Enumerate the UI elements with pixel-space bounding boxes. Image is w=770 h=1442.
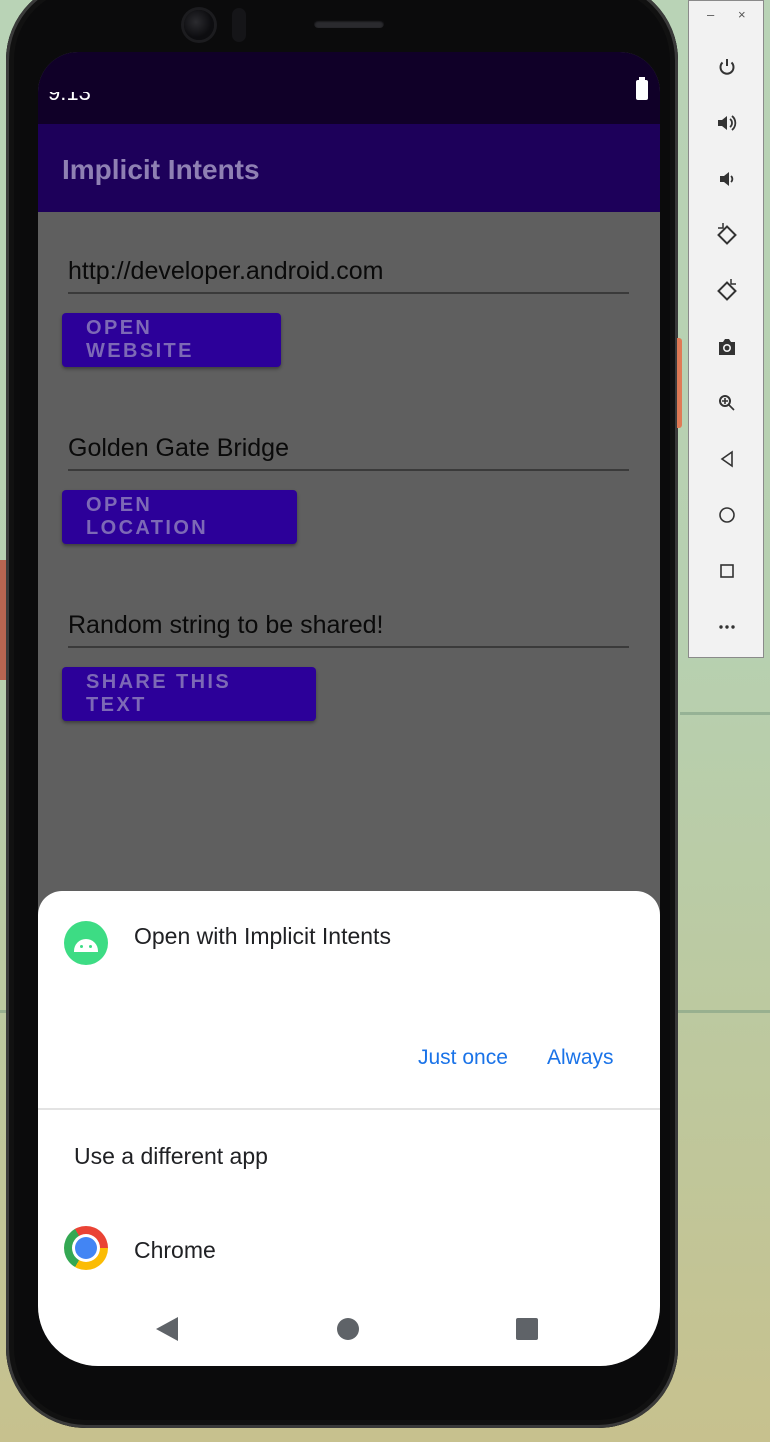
- volume-up-icon[interactable]: [711, 107, 743, 139]
- open-website-button[interactable]: OPEN WEBSITE: [62, 313, 281, 367]
- app-chooser-sheet: Open with Implicit Intents Just once Alw…: [38, 891, 660, 1366]
- battery-icon: [636, 77, 648, 100]
- nav-home-icon[interactable]: [337, 1318, 359, 1340]
- just-once-button[interactable]: Just once: [418, 1046, 508, 1070]
- earpiece-speaker: [314, 20, 384, 28]
- back-icon[interactable]: [711, 443, 743, 475]
- share-text-input[interactable]: Random string to be shared!: [68, 611, 629, 648]
- camera-icon[interactable]: [711, 331, 743, 363]
- open-website-label: OPEN WEBSITE: [86, 317, 194, 362]
- use-different-app-label: Use a different app: [74, 1143, 268, 1169]
- android-eye: [80, 945, 83, 948]
- minimize-button[interactable]: –: [707, 7, 714, 22]
- proximity-sensor: [232, 8, 246, 42]
- status-time: 9:13: [48, 80, 91, 105]
- nav-back-icon[interactable]: [156, 1317, 178, 1341]
- status-bar: 9:13: [38, 52, 660, 124]
- more-icon[interactable]: [711, 611, 743, 643]
- phone-frame: 9:13 Implicit Intents http://developer.a…: [6, 0, 678, 1428]
- share-text-button[interactable]: SHARE THIS TEXT: [62, 667, 316, 721]
- rotate-left-icon[interactable]: [711, 219, 743, 251]
- front-camera: [184, 10, 214, 40]
- app-title: Implicit Intents: [62, 154, 260, 185]
- android-head-shape: [74, 939, 98, 952]
- close-button[interactable]: ×: [738, 7, 746, 22]
- emulator-toolbar: – ×: [688, 0, 764, 658]
- power-icon[interactable]: [711, 51, 743, 83]
- background-decoration: [680, 712, 770, 715]
- divider: [38, 1108, 660, 1110]
- device-screen: 9:13 Implicit Intents http://developer.a…: [38, 52, 660, 1366]
- volume-down-icon[interactable]: [711, 163, 743, 195]
- zoom-icon[interactable]: [711, 387, 743, 419]
- rotate-right-icon[interactable]: [711, 275, 743, 307]
- sheet-title: Open with Implicit Intents: [134, 923, 391, 949]
- home-icon[interactable]: [711, 499, 743, 531]
- website-input[interactable]: http://developer.android.com: [68, 257, 629, 294]
- share-text-label: SHARE THIS TEXT: [86, 671, 232, 716]
- android-app-icon: [64, 921, 108, 965]
- open-location-label: OPEN LOCATION: [86, 494, 209, 539]
- location-input[interactable]: Golden Gate Bridge: [68, 434, 629, 471]
- chrome-option-label[interactable]: Chrome: [134, 1237, 216, 1264]
- open-location-button[interactable]: OPEN LOCATION: [62, 490, 297, 544]
- app-bar: Implicit Intents: [38, 124, 660, 212]
- nav-recents-icon[interactable]: [516, 1318, 538, 1340]
- overview-icon[interactable]: [711, 555, 743, 587]
- chrome-icon[interactable]: [64, 1226, 108, 1270]
- power-key[interactable]: [677, 338, 682, 428]
- android-eye: [89, 945, 92, 948]
- always-button[interactable]: Always: [547, 1046, 614, 1070]
